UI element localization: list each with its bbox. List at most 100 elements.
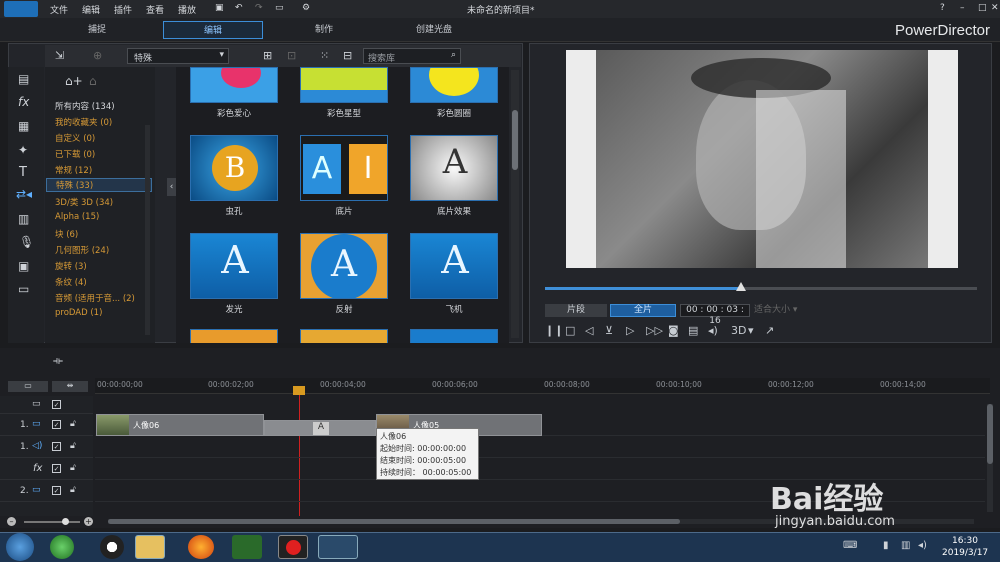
new-item-icon[interactable]: ⊞ [263, 49, 272, 62]
transition-thumb[interactable] [410, 329, 498, 343]
undock-icon[interactable]: ↗ [765, 324, 774, 337]
start-button[interactable] [6, 533, 34, 561]
network-icon[interactable]: ▥ [901, 540, 910, 551]
undo-icon[interactable]: ↶ [235, 3, 243, 13]
transition-thumb-glow[interactable]: A [190, 233, 278, 299]
category-item[interactable]: 我的收藏夹 (0) [55, 116, 112, 128]
playhead-handle[interactable] [293, 386, 305, 395]
volume-icon[interactable]: ◂) [708, 324, 718, 337]
transition-thumb-wormhole[interactable]: B [190, 135, 278, 201]
settings-icon[interactable]: ⚙ [302, 3, 310, 13]
qq-icon[interactable] [100, 535, 124, 559]
edit-item-icon[interactable]: ⊡ [287, 49, 296, 62]
transition-thumb[interactable] [300, 329, 388, 343]
media-room-icon[interactable]: ▤ [18, 72, 29, 86]
close-button[interactable]: ✕ [991, 3, 999, 13]
track-enable-checkbox[interactable]: ✓ [52, 420, 61, 429]
enable-all-checkbox[interactable]: ✓ [52, 400, 61, 409]
transition-thumb-film[interactable]: A I [300, 135, 388, 201]
device-icon[interactable]: ▮ [883, 540, 889, 551]
preview-seek-bar[interactable] [545, 282, 977, 291]
category-dropdown[interactable]: 特殊 ▾ [127, 48, 229, 64]
zoom-slider-handle[interactable] [62, 518, 69, 525]
timecode-display[interactable]: 00 : 00 : 03 : 16 [680, 304, 750, 326]
category-item[interactable]: 音频 (适用于音... (2) [55, 292, 135, 304]
title-room-icon[interactable]: T [19, 165, 27, 180]
keyboard-icon[interactable]: ⌨ [843, 540, 857, 551]
subtitle-toggle-icon[interactable]: ▤ [688, 324, 698, 337]
search-icon[interactable]: ⌕ [451, 50, 456, 60]
category-item[interactable]: 条纹 (4) [55, 276, 87, 288]
recorder-icon[interactable] [278, 535, 308, 559]
subtitle-icon[interactable]: ▭ [18, 282, 29, 296]
category-item[interactable]: 旋转 (3) [55, 260, 87, 272]
transition-thumb-circle[interactable] [410, 67, 498, 103]
movie-mode-button[interactable]: 全片 [610, 304, 676, 317]
transition-thumb-film-effect[interactable]: A [410, 135, 498, 201]
snapshot-icon[interactable]: ◙ [668, 324, 679, 337]
transition-thumb-airplane[interactable]: A [410, 233, 498, 299]
clock-date[interactable]: 2019/3/17 [942, 548, 988, 558]
browser-360-icon[interactable] [50, 535, 74, 559]
voiceover-icon[interactable]: 🎙 [19, 235, 34, 249]
track-enable-checkbox[interactable]: ✓ [52, 486, 61, 495]
next-frame-icon[interactable]: ▷ [626, 324, 634, 337]
seek-handle[interactable] [736, 282, 746, 291]
maximize-button[interactable]: □ [978, 3, 987, 13]
minimize-button[interactable]: – [960, 3, 965, 13]
menu-file[interactable]: 文件 [50, 3, 68, 16]
lock-icon[interactable]: 🔓︎ [70, 485, 76, 495]
import-icon[interactable]: ⇲ [55, 49, 64, 62]
category-item[interactable]: 自定义 (0) [55, 132, 95, 144]
timeline-zoom-button[interactable]: ⇹ [52, 381, 88, 392]
category-item[interactable]: 所有内容 (134) [55, 100, 115, 112]
transition-thumb[interactable] [190, 329, 278, 343]
remove-tag-icon[interactable]: ⌂ [89, 74, 97, 88]
menu-plugins[interactable]: 插件 [114, 3, 132, 16]
add-tag-icon[interactable]: ⌂+ [65, 74, 83, 88]
chevron-down-icon[interactable]: ▾ [748, 324, 754, 337]
timeline-v-scrollbar[interactable] [987, 404, 993, 512]
timeline-ruler[interactable]: 00:00:00;00 00:00:02;00 00:00:04;00 00:0… [95, 378, 990, 394]
category-item[interactable]: 已下载 (0) [55, 148, 95, 160]
grid-view-icon[interactable]: ⁙ [320, 49, 329, 62]
transition-thumb-reflect[interactable]: A [300, 233, 388, 299]
fit-size-dropdown[interactable]: 适合大小 ▾ [754, 304, 812, 317]
category-item[interactable]: 几何图形 (24) [55, 244, 109, 256]
menu-view[interactable]: 查看 [146, 3, 164, 16]
powerdirector-taskbar-icon[interactable] [318, 535, 358, 559]
clock-time[interactable]: 16:30 [952, 536, 978, 546]
split-icon[interactable]: ⊻ [605, 324, 613, 337]
category-item[interactable]: proDAD (1) [55, 308, 102, 318]
save-icon[interactable]: ▣ [215, 3, 224, 13]
firefox-icon[interactable] [188, 535, 214, 559]
zoom-slider[interactable] [24, 518, 80, 525]
category-scrollbar[interactable] [145, 125, 150, 335]
redo-icon[interactable]: ↷ [255, 3, 263, 13]
aspect-ratio-icon[interactable]: ▭ [275, 3, 284, 13]
lock-icon[interactable]: 🔓︎ [70, 463, 76, 473]
menu-edit[interactable]: 编辑 [82, 3, 100, 16]
collapse-panel-button[interactable]: ‹ [167, 178, 176, 196]
audio-mix-icon[interactable]: ▥ [18, 212, 29, 226]
transition-clip[interactable]: A [264, 420, 376, 436]
download-icon[interactable]: ⊕ [93, 49, 102, 62]
zoom-in-icon[interactable]: + [84, 517, 93, 526]
stop-icon[interactable]: □ [565, 324, 575, 337]
sort-icon[interactable]: ⊟ [343, 49, 352, 62]
chapter-icon[interactable]: ▣ [18, 259, 29, 273]
audio-lane-1[interactable] [95, 436, 985, 458]
pip-room-icon[interactable]: ▦ [18, 119, 29, 133]
tab-edit[interactable]: 编辑 [163, 21, 263, 39]
menu-play[interactable]: 播放 [178, 3, 196, 16]
category-item[interactable]: Alpha (15) [55, 212, 99, 222]
fx-room-icon[interactable]: fx [18, 95, 29, 109]
video-clip[interactable]: 人像06 [96, 414, 264, 436]
search-input[interactable]: 搜索库 ⌕ [363, 48, 461, 64]
fast-forward-icon[interactable]: ▷▷ [646, 324, 663, 337]
tab-produce[interactable]: 制作 [274, 21, 374, 39]
track-manager-button[interactable]: ▭ [8, 381, 48, 392]
tab-capture[interactable]: 捕捉 [47, 21, 147, 39]
category-item[interactable]: 3D/类 3D (34) [55, 196, 113, 208]
transition-thumb-heart[interactable] [190, 67, 278, 103]
